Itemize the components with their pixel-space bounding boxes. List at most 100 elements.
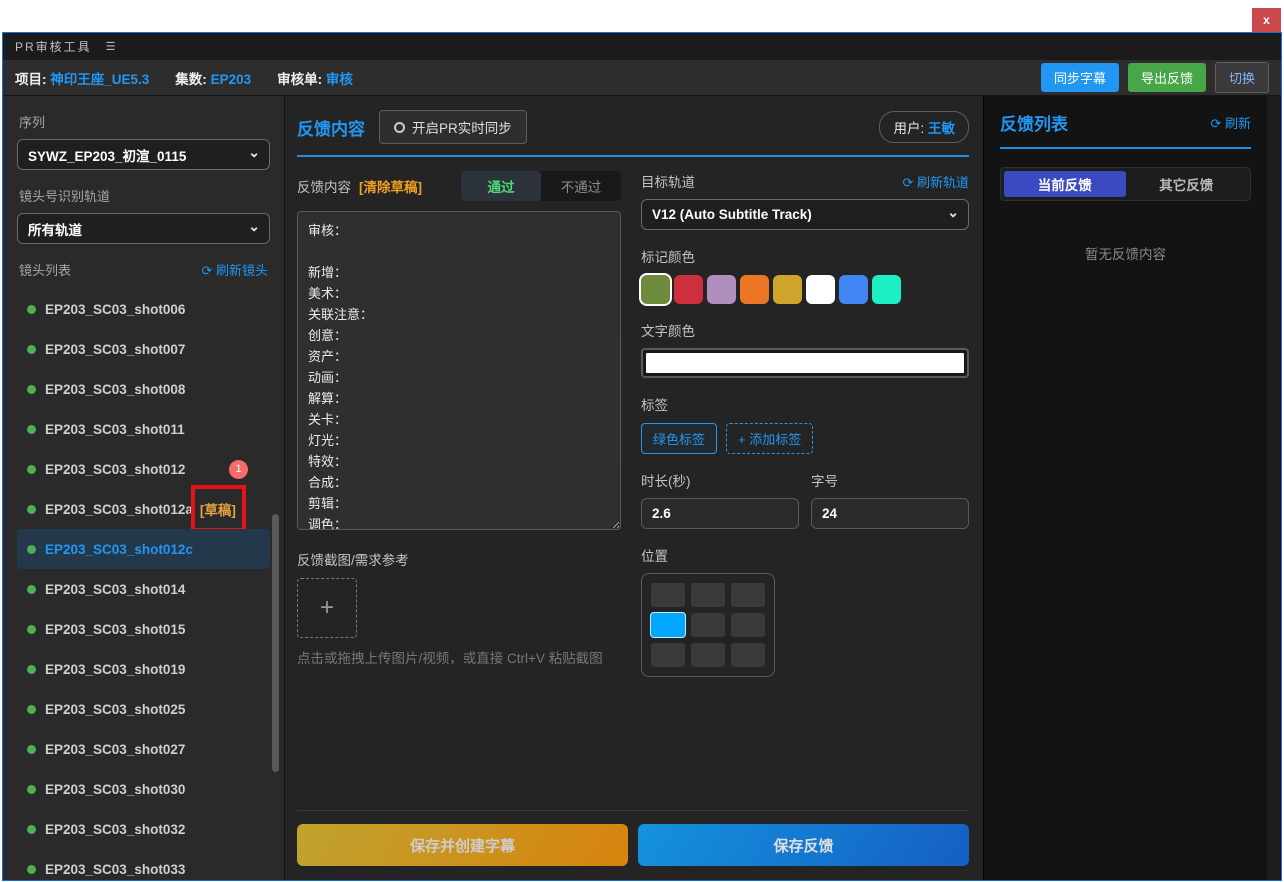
feedback-textarea[interactable]: 审核： 新增： 美术： 关联注意： 创意： 资产： 动画： 解算： 关卡： 灯光… <box>297 211 621 530</box>
refresh-shots-link[interactable]: ⟳ 刷新镜头 <box>201 260 268 279</box>
user-pill: 用户: 王敏 <box>879 111 969 143</box>
save-feedback-button[interactable]: 保存反馈 <box>638 824 969 866</box>
episode-value: EP203 <box>211 72 252 87</box>
feedback-count-badge: 1 <box>229 460 248 479</box>
fail-tab[interactable]: 不通过 <box>541 171 621 201</box>
clear-draft-link[interactable]: [清除草稿] <box>359 176 422 196</box>
chevron-down-icon: ⌄ <box>248 144 260 161</box>
text-color-value <box>646 353 964 373</box>
target-track-label: 目标轨道 <box>641 171 695 191</box>
enable-pr-sync-button[interactable]: 开启PR实时同步 <box>379 110 527 144</box>
position-label: 位置 <box>641 545 969 565</box>
status-dot-icon <box>27 305 36 314</box>
position-cell[interactable] <box>691 613 725 637</box>
shot-list: EP203_SC03_shot006EP203_SC03_shot007 EP20… <box>17 289 270 880</box>
status-dot-icon <box>27 665 36 674</box>
project-value: 神印王座_UE5.3 <box>50 72 149 87</box>
status-dot-icon <box>27 825 36 834</box>
mark-color-swatches <box>641 275 969 304</box>
duration-input[interactable] <box>641 498 799 529</box>
upload-hint: 点击或拖拽上传图片/视频，或直接 Ctrl+V 粘贴截图 <box>297 647 621 667</box>
shot-list-item[interactable]: EP203_SC03_shot015 <box>17 609 270 649</box>
position-cell[interactable] <box>691 643 725 667</box>
position-cell[interactable] <box>731 613 765 637</box>
empty-feedback-text: 暂无反馈内容 <box>1000 243 1251 263</box>
mark-color-label: 标记颜色 <box>641 246 969 266</box>
shot-list-item[interactable]: EP203_SC03_shot008 <box>17 369 270 409</box>
status-dot-icon <box>27 705 36 714</box>
refresh-feedback-link[interactable]: ⟳ 刷新 <box>1210 113 1251 132</box>
shot-list-item[interactable]: EP203_SC03_shot006 <box>17 289 270 329</box>
user-name: 王敏 <box>928 121 955 136</box>
shot-list-item[interactable]: EP203_SC03_shot027 <box>17 729 270 769</box>
export-feedback-button[interactable]: 导出反馈 <box>1128 63 1206 92</box>
mark-color-swatch[interactable] <box>839 275 868 304</box>
text-color-input[interactable] <box>641 348 969 378</box>
status-dot-icon <box>27 745 36 754</box>
episode-label: 集数: <box>175 72 207 87</box>
save-create-subtitle-button[interactable]: 保存并创建字幕 <box>297 824 628 866</box>
close-button[interactable]: x <box>1252 8 1281 32</box>
feedback-list-title: 反馈列表 <box>1000 110 1068 135</box>
green-tag-button[interactable]: 绿色标签 <box>641 423 717 454</box>
status-dot-icon <box>27 585 36 594</box>
shot-list-item[interactable]: EP203_SC03_shot025 <box>17 689 270 729</box>
shot-name: EP203_SC03_shot012 <box>45 462 185 477</box>
position-cell[interactable] <box>691 583 725 607</box>
status-dot-icon <box>27 865 36 874</box>
position-cell[interactable] <box>651 613 685 637</box>
chevron-down-icon: ⌄ <box>248 218 260 235</box>
feedback-tabs: 当前反馈 其它反馈 <box>1000 167 1251 201</box>
feedback-list-panel: 反馈列表 ⟳ 刷新 当前反馈 其它反馈 暂无反馈内容 <box>983 96 1281 880</box>
refresh-icon: ⟳ <box>902 175 913 190</box>
pass-tab[interactable]: 通过 <box>461 171 541 201</box>
refresh-track-link[interactable]: ⟳ 刷新轨道 <box>902 172 969 191</box>
mark-color-swatch[interactable] <box>773 275 802 304</box>
shot-list-item[interactable]: EP203_SC03_shot011 <box>17 409 270 449</box>
status-dot-icon <box>27 545 36 554</box>
shot-name: EP203_SC03_shot012c <box>45 542 193 557</box>
position-cell[interactable] <box>651 643 685 667</box>
pass-fail-toggle: 通过 不通过 <box>461 171 621 201</box>
mark-color-swatch[interactable] <box>740 275 769 304</box>
mark-color-swatch[interactable] <box>806 275 835 304</box>
shot-name: EP203_SC03_shot008 <box>45 382 185 397</box>
tab-other-feedback[interactable]: 其它反馈 <box>1126 171 1248 197</box>
upload-dropzone[interactable]: + <box>297 578 357 638</box>
add-tag-button[interactable]: + 添加标签 <box>726 423 813 454</box>
shot-list-item[interactable]: EP203_SC03_shot019 <box>17 649 270 689</box>
mark-color-swatch[interactable] <box>641 275 670 304</box>
status-dot-icon <box>27 785 36 794</box>
shot-name: EP203_SC03_shot033 <box>45 862 185 877</box>
target-track-select[interactable]: V12 (Auto Subtitle Track) ⌄ <box>641 199 969 230</box>
shot-list-item[interactable]: EP203_SC03_shot030 <box>17 769 270 809</box>
sync-subtitle-button[interactable]: 同步字幕 <box>1041 63 1119 92</box>
shot-list-item[interactable]: EP203_SC03_shot012a[草稿] <box>17 489 270 529</box>
panel-scrollbar-track[interactable] <box>1267 96 1280 880</box>
shot-list-item[interactable]: EP203_SC03_shot032 <box>17 809 270 849</box>
shot-list-item[interactable]: EP203_SC03_shot012c <box>17 529 270 569</box>
mark-color-swatch[interactable] <box>674 275 703 304</box>
shot-list-item[interactable]: EP203_SC03_shot007 <box>17 329 270 369</box>
switch-button[interactable]: 切换 <box>1215 62 1269 93</box>
shot-list-item[interactable]: EP203_SC03_shot033 <box>17 849 270 880</box>
mark-color-swatch[interactable] <box>872 275 901 304</box>
shot-list-scrollbar[interactable] <box>272 514 279 772</box>
track-detect-select[interactable]: 所有轨道 ⌄ <box>17 213 270 244</box>
tab-current-feedback[interactable]: 当前反馈 <box>1004 171 1126 197</box>
fontsize-input[interactable] <box>811 498 969 529</box>
refresh-icon: ⟳ <box>1210 116 1221 131</box>
shot-list-item[interactable]: EP203_SC03_shot014 <box>17 569 270 609</box>
position-cell[interactable] <box>731 643 765 667</box>
sequence-select[interactable]: SYWZ_EP203_初渲_0115 ⌄ <box>17 139 270 170</box>
app-window: PR审核工具 ☰ 项目: 神印王座_UE5.3 集数: EP203 审核单: 审… <box>2 32 1282 881</box>
shot-name: EP203_SC03_shot027 <box>45 742 185 757</box>
review-sheet-value: 审核 <box>326 72 353 87</box>
position-cell[interactable] <box>651 583 685 607</box>
shot-name: EP203_SC03_shot025 <box>45 702 185 717</box>
shot-list-item[interactable]: EP203_SC03_shot012 1 <box>17 449 270 489</box>
mark-color-swatch[interactable] <box>707 275 736 304</box>
section-divider <box>297 155 969 157</box>
position-cell[interactable] <box>731 583 765 607</box>
hamburger-menu-icon[interactable]: ☰ <box>106 40 116 53</box>
